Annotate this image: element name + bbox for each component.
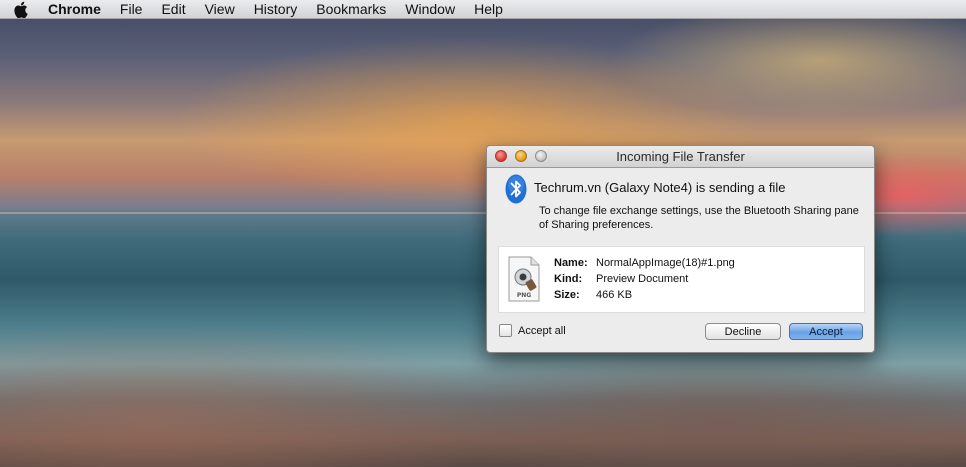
file-size-row: Size: 466 KB — [554, 289, 632, 301]
png-file-icon: PNG — [506, 256, 542, 302]
file-kind-row: Kind: Preview Document — [554, 273, 688, 285]
file-name-label: Name: — [554, 257, 588, 269]
transfer-description: To change file exchange settings, use th… — [539, 205, 859, 231]
accept-button[interactable]: Accept — [789, 323, 863, 340]
file-kind-value: Preview Document — [596, 273, 689, 285]
decline-button[interactable]: Decline — [705, 323, 781, 340]
window-titlebar[interactable]: Incoming File Transfer — [487, 146, 874, 168]
transfer-headline: Techrum.vn (Galaxy Note4) is sending a f… — [534, 180, 786, 195]
menu-bar: Chrome File Edit View History Bookmarks … — [0, 0, 966, 19]
bluetooth-icon — [505, 174, 527, 204]
file-name-row: Name: NormalAppImage(18)#1.png — [554, 257, 735, 269]
menu-edit[interactable]: Edit — [161, 1, 185, 17]
menu-file[interactable]: File — [120, 1, 143, 17]
file-size-label: Size: — [554, 289, 580, 301]
apple-icon[interactable] — [14, 1, 34, 18]
file-name-value: NormalAppImage(18)#1.png — [596, 257, 735, 269]
accept-all-label[interactable]: Accept all — [518, 325, 566, 337]
menu-app-chrome[interactable]: Chrome — [48, 1, 101, 17]
window-title: Incoming File Transfer — [616, 149, 745, 164]
menu-window[interactable]: Window — [405, 1, 455, 17]
incoming-file-transfer-dialog: Incoming File Transfer Techrum.vn (Galax… — [486, 145, 875, 353]
file-info-panel: PNG Name: NormalAppImage(18)#1.png Kind: P… — [498, 246, 865, 313]
menu-help[interactable]: Help — [474, 1, 503, 17]
menu-history[interactable]: History — [254, 1, 298, 17]
file-type-label: PNG — [517, 292, 531, 299]
menu-view[interactable]: View — [205, 1, 235, 17]
file-kind-label: Kind: — [554, 273, 583, 285]
accept-all-checkbox[interactable]: Accept all — [499, 324, 566, 337]
file-size-value: 466 KB — [596, 289, 633, 301]
checkbox-box[interactable] — [499, 324, 512, 337]
menu-bookmarks[interactable]: Bookmarks — [316, 1, 386, 17]
